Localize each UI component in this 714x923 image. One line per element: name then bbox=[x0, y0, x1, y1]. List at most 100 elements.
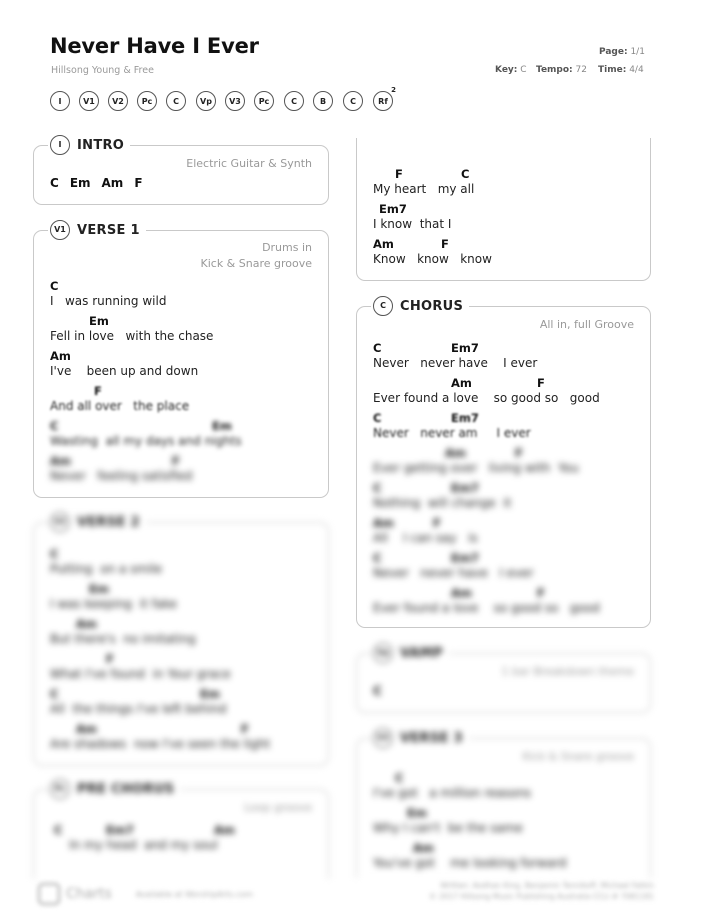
section-note: All in, full Groove bbox=[539, 318, 634, 331]
chord: Am bbox=[76, 722, 97, 736]
chord: Em7 bbox=[451, 341, 479, 355]
chord: C bbox=[50, 687, 59, 701]
chord: F bbox=[537, 586, 545, 600]
chord: C bbox=[373, 481, 382, 495]
roadmap-item[interactable]: B bbox=[313, 91, 333, 111]
chord: F bbox=[395, 167, 403, 181]
lyric-line: I was keeping it fake bbox=[50, 597, 178, 611]
section-header: I INTRO bbox=[48, 134, 131, 156]
roadmap-item[interactable]: Vp bbox=[196, 91, 216, 111]
lyric-line: And all over the place bbox=[50, 399, 190, 413]
chord: C bbox=[373, 684, 382, 698]
section-header: V3 VERSE 3 bbox=[371, 727, 469, 749]
section-pre-chorus-continued: F C My heart my all Em7 I know that I Am… bbox=[356, 138, 651, 281]
lyric-line: Wasting all my days and nights bbox=[50, 434, 242, 448]
lyric-line: My heart my all bbox=[373, 182, 475, 196]
section-intro: I INTRO Electric Guitar & Synth C Em Am F bbox=[33, 134, 329, 205]
chord: F bbox=[134, 176, 143, 190]
chord: Em7 bbox=[451, 411, 479, 425]
roadmap-item[interactable]: V2 bbox=[108, 91, 128, 111]
lyric-line: Ever found a love so good so good bbox=[373, 391, 600, 405]
tempo-info: Tempo: 72 bbox=[536, 65, 587, 75]
chord: Em7 bbox=[106, 823, 134, 837]
chord: C bbox=[50, 279, 59, 293]
chord: C bbox=[50, 419, 59, 433]
chord: Am bbox=[373, 516, 394, 530]
roadmap-item[interactable]: I bbox=[50, 91, 70, 111]
roadmap-item[interactable]: C bbox=[343, 91, 363, 111]
lyric-line: All I can say is bbox=[373, 531, 478, 545]
chord: C bbox=[395, 771, 404, 785]
section-name: VERSE 1 bbox=[77, 222, 140, 238]
time-info: Time: 4/4 bbox=[598, 65, 644, 75]
roadmap-item-rf[interactable]: Rf 2 bbox=[373, 86, 396, 111]
footer-link-text[interactable]: Available at WorshipArts.com bbox=[136, 890, 253, 899]
section-note: Kick & Snare groove bbox=[522, 750, 635, 763]
chord: Em7 bbox=[451, 551, 479, 565]
chord: C bbox=[373, 341, 382, 355]
chord: Em7 bbox=[451, 481, 479, 495]
roadmap-item[interactable]: V1 bbox=[79, 91, 99, 111]
chord: Am bbox=[214, 823, 235, 837]
lyric-line: Nothing will change it bbox=[373, 496, 512, 510]
section-vamp: Vp VAMP 1 bar Breakdown theme C bbox=[356, 642, 651, 713]
chord: C bbox=[54, 823, 63, 837]
roadmap-item[interactable]: V3 bbox=[225, 91, 245, 111]
chord: Em bbox=[89, 582, 109, 596]
roadmap-item[interactable]: C bbox=[166, 91, 186, 111]
lyric-line: Never feeling satisfied bbox=[50, 469, 193, 483]
section-header: V2 VERSE 2 bbox=[48, 511, 146, 533]
footer-copyright: Written: Aodhan King, Benjamin Tennikoff… bbox=[429, 881, 654, 901]
chord: F bbox=[537, 376, 545, 390]
chord: F bbox=[241, 722, 249, 736]
intro-chords: C Em Am F bbox=[50, 176, 154, 190]
repeat-count: 2 bbox=[391, 86, 396, 94]
section-badge: I bbox=[50, 135, 70, 155]
song-title: Never Have I Ever bbox=[50, 34, 259, 58]
lyric-line: Never never am I ever bbox=[373, 426, 531, 440]
chord: Am bbox=[50, 454, 71, 468]
lyric-line: In my head and my soul bbox=[50, 838, 218, 852]
chord: C bbox=[461, 167, 470, 181]
lyric-line: Putting on a smile bbox=[50, 562, 163, 576]
lyric-line: Why I can't be the same bbox=[373, 821, 523, 835]
lyric-line: I was running wild bbox=[50, 294, 167, 308]
section-badge: Pc bbox=[50, 779, 70, 799]
lyric-line: All the things I've left behind bbox=[50, 702, 227, 716]
chord: C bbox=[373, 411, 382, 425]
roadmap-item[interactable]: Pc bbox=[254, 91, 274, 111]
lyric-line: But there's no imitating bbox=[50, 632, 196, 646]
section-badge: Vp bbox=[373, 643, 393, 663]
song-artist: Hillsong Young & Free bbox=[51, 65, 154, 76]
chord: C bbox=[50, 176, 59, 190]
section-verse-3: V3 VERSE 3 Kick & Snare groove C I've go… bbox=[356, 727, 651, 878]
charts-logo-icon bbox=[38, 883, 60, 905]
section-note: Electric Guitar & Synth bbox=[186, 157, 312, 170]
chord: Em7 bbox=[379, 202, 407, 216]
chord: Am bbox=[76, 617, 97, 631]
chord: C bbox=[373, 551, 382, 565]
chord: Em bbox=[69, 176, 91, 190]
chord: Em bbox=[89, 314, 109, 328]
section-header: Pc PRE CHORUS bbox=[48, 778, 181, 800]
lyric-line: Never never have I ever bbox=[373, 566, 534, 580]
roadmap-item[interactable]: C bbox=[284, 91, 304, 111]
lyric-line: Fell in love with the chase bbox=[50, 329, 214, 343]
chord: F bbox=[94, 384, 102, 398]
section-name: VERSE 2 bbox=[77, 514, 140, 530]
section-header: Vp VAMP bbox=[371, 642, 449, 664]
section-badge: C bbox=[373, 296, 393, 316]
section-badge: V2 bbox=[50, 512, 70, 532]
chord: F bbox=[515, 446, 523, 460]
lyric-line: I know that I bbox=[373, 217, 452, 231]
section-badge: V3 bbox=[373, 728, 393, 748]
section-pre-chorus: Pc PRE CHORUS Loop groove C Em7 Am In my… bbox=[33, 778, 329, 879]
footer-brand: Charts bbox=[66, 886, 112, 902]
section-note: Drums in Kick & Snare groove bbox=[200, 241, 313, 270]
key-info: Key: C bbox=[495, 65, 527, 75]
section-name: INTRO bbox=[77, 137, 125, 153]
chord: Am bbox=[50, 349, 71, 363]
chord: F bbox=[441, 237, 449, 251]
roadmap-item[interactable]: Pc bbox=[137, 91, 157, 111]
chord: Em bbox=[407, 806, 427, 820]
